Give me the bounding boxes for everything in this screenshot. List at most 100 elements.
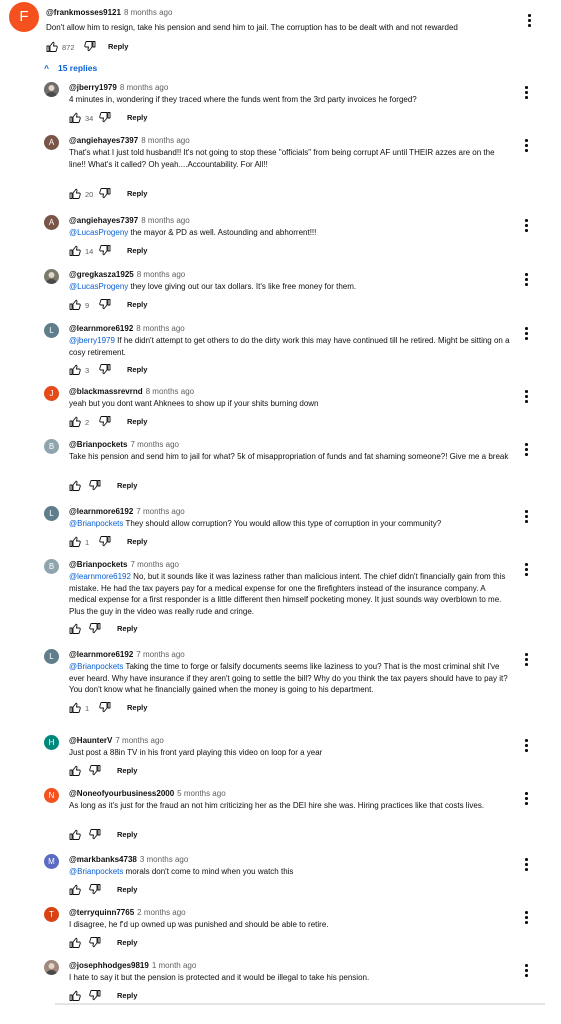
comment-time[interactable]: 8 months ago bbox=[136, 324, 184, 333]
like-button[interactable] bbox=[69, 829, 81, 842]
avatar[interactable] bbox=[44, 82, 59, 97]
avatar[interactable]: A bbox=[44, 135, 59, 150]
comment-time[interactable]: 7 months ago bbox=[136, 507, 184, 516]
comment-author[interactable]: @gregkasza1925 8 months ago bbox=[69, 270, 185, 279]
comment-author[interactable]: @learnmore6192 8 months ago bbox=[69, 324, 185, 333]
mention-link[interactable]: @learnmore6192 bbox=[69, 572, 131, 581]
avatar[interactable] bbox=[44, 960, 59, 975]
comment-time[interactable]: 1 month ago bbox=[152, 961, 196, 970]
comment-author[interactable]: @angiehayes7397 8 months ago bbox=[69, 136, 190, 145]
reply-button[interactable]: Reply bbox=[127, 189, 147, 198]
comment-time[interactable]: 3 months ago bbox=[140, 855, 188, 864]
comment-author[interactable]: @blackmassrevrnd 8 months ago bbox=[69, 387, 194, 396]
avatar[interactable]: B bbox=[44, 559, 59, 574]
mention-link[interactable]: @LucasProgeny bbox=[69, 228, 128, 237]
comment-time[interactable]: 2 months ago bbox=[137, 908, 185, 917]
more-vert-icon[interactable] bbox=[525, 14, 533, 28]
reply-button[interactable]: Reply bbox=[117, 481, 137, 490]
dislike-button[interactable] bbox=[99, 298, 111, 312]
author-name[interactable]: @terryquinn7765 bbox=[69, 908, 134, 917]
like-button[interactable] bbox=[69, 990, 81, 1003]
more-vert-icon[interactable] bbox=[522, 739, 530, 753]
more-vert-icon[interactable] bbox=[522, 858, 530, 872]
comment-time[interactable]: 7 months ago bbox=[115, 736, 163, 745]
more-vert-icon[interactable] bbox=[522, 390, 530, 404]
comment-author[interactable]: @josephhodges9819 1 month ago bbox=[69, 961, 196, 970]
avatar[interactable]: F bbox=[9, 2, 39, 32]
author-name[interactable]: @learnmore6192 bbox=[69, 324, 133, 333]
like-button[interactable] bbox=[69, 702, 81, 715]
reply-button[interactable]: Reply bbox=[117, 991, 137, 1000]
avatar[interactable]: L bbox=[44, 506, 59, 521]
comment-author[interactable]: @Noneofyourbusiness2000 5 months ago bbox=[69, 789, 226, 798]
comment-time[interactable]: 7 months ago bbox=[136, 650, 184, 659]
avatar[interactable]: N bbox=[44, 788, 59, 803]
comment-author[interactable]: @angiehayes7397 8 months ago bbox=[69, 216, 190, 225]
like-button[interactable] bbox=[69, 299, 81, 312]
dislike-button[interactable] bbox=[89, 829, 101, 842]
dislike-button[interactable] bbox=[99, 187, 111, 201]
author-name[interactable]: @HaunterV bbox=[69, 736, 112, 745]
avatar[interactable]: H bbox=[44, 735, 59, 750]
more-vert-icon[interactable] bbox=[522, 86, 530, 100]
like-button[interactable] bbox=[69, 112, 81, 125]
avatar[interactable]: T bbox=[44, 907, 59, 922]
avatar[interactable]: M bbox=[44, 854, 59, 869]
more-vert-icon[interactable] bbox=[522, 510, 530, 524]
mention-link[interactable]: @LucasProgeny bbox=[69, 282, 128, 291]
author-name[interactable]: @jberry1979 bbox=[69, 83, 117, 92]
comment-author[interactable]: @Brianpockets 7 months ago bbox=[69, 440, 179, 449]
author-name[interactable]: @Brianpockets bbox=[69, 560, 127, 569]
author-name[interactable]: @angiehayes7397 bbox=[69, 136, 138, 145]
author-name[interactable]: @blackmassrevrnd bbox=[69, 387, 143, 396]
like-button[interactable] bbox=[69, 937, 81, 950]
comment-author[interactable]: @learnmore6192 7 months ago bbox=[69, 507, 185, 516]
dislike-button[interactable] bbox=[99, 701, 111, 715]
like-button[interactable] bbox=[69, 188, 81, 201]
more-vert-icon[interactable] bbox=[522, 792, 530, 806]
avatar[interactable]: L bbox=[44, 649, 59, 664]
comment-time[interactable]: 8 months ago bbox=[124, 8, 172, 17]
comment-time[interactable]: 8 months ago bbox=[141, 216, 189, 225]
like-button[interactable] bbox=[69, 623, 81, 636]
reply-button[interactable]: Reply bbox=[117, 830, 137, 839]
comment-author[interactable]: @terryquinn7765 2 months ago bbox=[69, 908, 186, 917]
dislike-button[interactable] bbox=[89, 764, 101, 778]
reply-button[interactable]: Reply bbox=[127, 417, 147, 426]
author-name[interactable]: @markbanks4738 bbox=[69, 855, 137, 864]
reply-button[interactable]: Reply bbox=[127, 113, 147, 122]
more-vert-icon[interactable] bbox=[522, 964, 530, 978]
mention-link[interactable]: @jberry1979 bbox=[69, 336, 115, 345]
comment-author[interactable]: @markbanks4738 3 months ago bbox=[69, 855, 188, 864]
reply-button[interactable]: Reply bbox=[127, 703, 147, 712]
comment-author[interactable]: @frankmosses9121 8 months ago bbox=[46, 8, 172, 17]
dislike-button[interactable] bbox=[84, 41, 96, 54]
author-name[interactable]: @frankmosses9121 bbox=[46, 8, 121, 17]
dislike-button[interactable] bbox=[89, 480, 101, 493]
avatar[interactable]: B bbox=[44, 439, 59, 454]
reply-button[interactable]: Reply bbox=[127, 246, 147, 255]
comment-time[interactable]: 5 months ago bbox=[177, 789, 225, 798]
dislike-button[interactable] bbox=[89, 883, 101, 897]
reply-button[interactable]: Reply bbox=[117, 938, 137, 947]
author-name[interactable]: @learnmore6192 bbox=[69, 507, 133, 516]
comment-time[interactable]: 7 months ago bbox=[130, 560, 178, 569]
dislike-button[interactable] bbox=[99, 244, 111, 258]
like-button[interactable] bbox=[69, 765, 81, 778]
dislike-button[interactable] bbox=[99, 111, 111, 125]
mention-link[interactable]: @Brianpockets bbox=[69, 867, 123, 876]
comment-author[interactable]: @HaunterV 7 months ago bbox=[69, 736, 164, 745]
author-name[interactable]: @angiehayes7397 bbox=[69, 216, 138, 225]
author-name[interactable]: @Brianpockets bbox=[69, 440, 127, 449]
like-button[interactable] bbox=[69, 536, 81, 549]
more-vert-icon[interactable] bbox=[522, 327, 530, 341]
like-button[interactable] bbox=[69, 884, 81, 897]
more-vert-icon[interactable] bbox=[522, 653, 530, 667]
dislike-button[interactable] bbox=[99, 415, 111, 429]
more-vert-icon[interactable] bbox=[522, 219, 530, 233]
author-name[interactable]: @gregkasza1925 bbox=[69, 270, 134, 279]
avatar[interactable] bbox=[44, 269, 59, 284]
like-button[interactable] bbox=[46, 41, 58, 54]
dislike-button[interactable] bbox=[99, 364, 111, 377]
comment-time[interactable]: 8 months ago bbox=[137, 270, 185, 279]
